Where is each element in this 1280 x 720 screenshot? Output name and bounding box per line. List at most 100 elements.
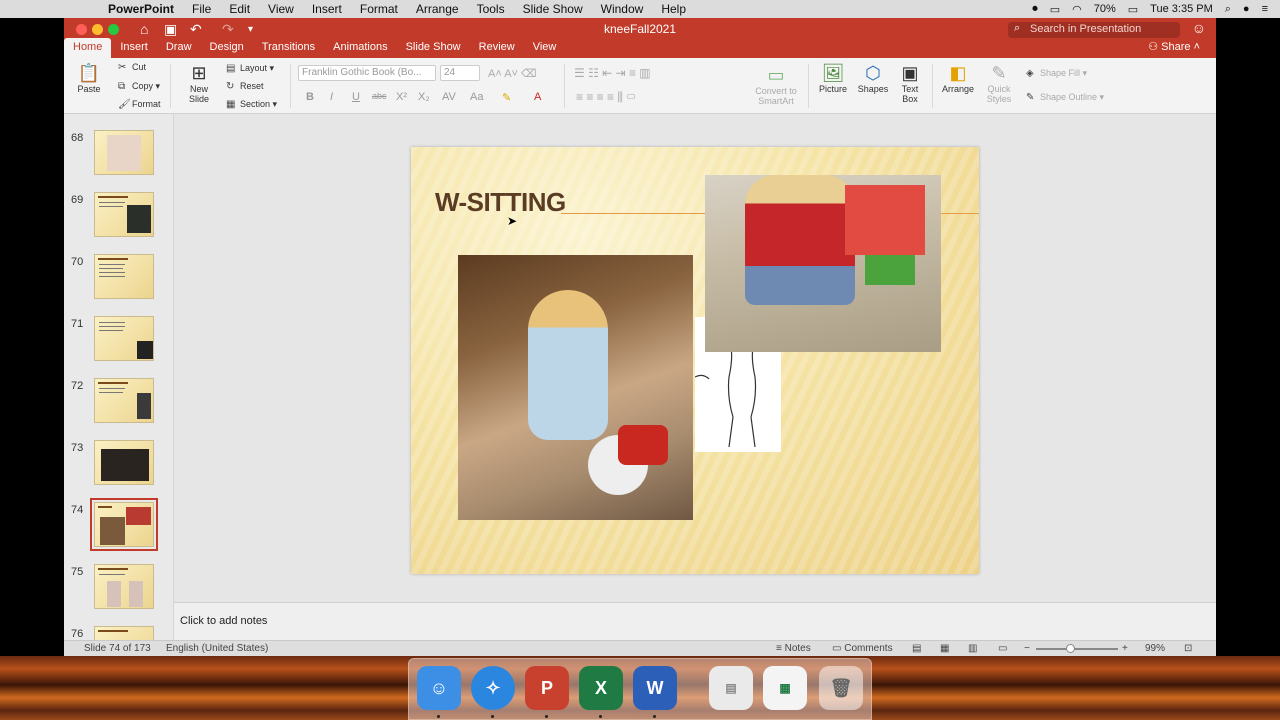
highlight-color-icon[interactable]: ✎ [502, 91, 511, 104]
normal-view-icon[interactable]: ▤ [912, 643, 921, 654]
shape-fill-button[interactable]: ◈ Shape Fill ▾ [1026, 68, 1087, 79]
excel-icon[interactable]: X [579, 666, 623, 710]
notes-toggle[interactable]: ≡ Notes [776, 643, 811, 654]
slide-canvas[interactable]: W-SITTING [411, 147, 979, 574]
bullets-icon[interactable]: ☰ ☷ ⇤ ⇥ ≡ ▥ [574, 66, 651, 80]
fit-slide-icon[interactable]: ⊡ [1184, 643, 1192, 654]
section-button[interactable]: ▦ Section ▾ [226, 99, 277, 110]
underline-button[interactable]: U [352, 91, 360, 103]
menu-insert[interactable]: Insert [312, 2, 342, 16]
menu-help[interactable]: Help [661, 2, 686, 16]
slide-thumbnail[interactable]: 69 [64, 192, 173, 254]
slide-editing-area[interactable]: W-SITTING ➤ [174, 114, 1216, 602]
menu-window[interactable]: Window [601, 2, 644, 16]
strikethrough-button[interactable]: abc [372, 91, 387, 101]
format-painter-button[interactable]: 🖌Format [118, 99, 161, 110]
font-size-field[interactable]: 24 [440, 65, 480, 81]
airplay-icon[interactable]: ▭ [1050, 3, 1060, 16]
slide-sorter-icon[interactable]: ▦ [940, 643, 949, 654]
child-playing-photo[interactable] [705, 175, 941, 352]
subscript-button[interactable]: X₂ [418, 91, 430, 103]
trash-icon[interactable]: 🗑 [819, 666, 863, 710]
zoom-slider-knob[interactable] [1065, 644, 1075, 653]
tab-design[interactable]: Design [201, 38, 253, 58]
search-input[interactable]: ⌕ Search in Presentation [1008, 22, 1180, 38]
cut-button[interactable]: ✂ Cut [118, 62, 146, 73]
safari-icon[interactable]: ✧ [471, 666, 515, 710]
slide-show-icon[interactable]: ▭ [998, 643, 1007, 654]
reset-button[interactable]: ↻ Reset [226, 81, 264, 92]
tab-home[interactable]: Home [64, 38, 112, 58]
battery-percent[interactable]: 70% [1094, 3, 1116, 15]
slide-thumbnail[interactable]: 75 [64, 564, 173, 626]
comments-toggle[interactable]: ▭ Comments [832, 643, 893, 654]
menu-file[interactable]: File [192, 2, 211, 16]
menubar-clock[interactable]: Tue 3:35 PM [1150, 3, 1213, 15]
tab-view[interactable]: View [524, 38, 566, 58]
stop-record-icon[interactable]: ⏺ [1032, 3, 1038, 16]
quick-styles-button[interactable]: ✎ Quick Styles [982, 62, 1016, 104]
copy-button[interactable]: ⧉ Copy ▾ [118, 81, 160, 92]
italic-button[interactable]: I [330, 91, 333, 103]
menu-app-name[interactable]: PowerPoint [108, 2, 174, 16]
new-slide-button[interactable]: ⊞ New Slide [182, 62, 216, 104]
notes-pane[interactable]: Click to add notes [174, 602, 1216, 640]
spotlight-icon[interactable]: ⌕ [1225, 3, 1231, 16]
siri-icon[interactable]: ● [1243, 3, 1250, 15]
slide-thumbnail-pane[interactable]: 68 69 70 71 72 73 74 75 76 [64, 114, 174, 640]
tab-transitions[interactable]: Transitions [253, 38, 324, 58]
text-box-button[interactable]: ▣ Text Box [896, 62, 924, 104]
zoom-in-button[interactable]: + [1122, 643, 1128, 654]
tab-animations[interactable]: Animations [324, 38, 396, 58]
bold-button[interactable]: B [306, 91, 314, 103]
powerpoint-icon[interactable]: P [525, 666, 569, 710]
zoom-slider[interactable] [1036, 644, 1118, 653]
tab-slide-show[interactable]: Slide Show [397, 38, 470, 58]
word-icon[interactable]: W [633, 666, 677, 710]
slide-thumbnail[interactable]: 76 [64, 626, 173, 640]
arrange-button[interactable]: ◧ Arrange [940, 62, 976, 94]
change-case-button[interactable]: Aa [470, 91, 483, 103]
reading-view-icon[interactable]: ▥ [968, 643, 977, 654]
zoom-out-button[interactable]: − [1024, 643, 1030, 654]
tab-draw[interactable]: Draw [157, 38, 201, 58]
font-color-icon[interactable]: A [534, 91, 541, 103]
zoom-level[interactable]: 99% [1145, 643, 1165, 654]
font-name-field[interactable]: Franklin Gothic Book (Bo... [298, 65, 436, 81]
align-icon[interactable]: ≡ ≡ ≡ ≡ ⫼ ▭ [576, 90, 636, 105]
child-w-sitting-photo[interactable] [458, 255, 693, 520]
convert-smartart-button[interactable]: ▭ Convert to SmartArt [752, 64, 800, 106]
menu-tools[interactable]: Tools [477, 2, 505, 16]
shape-outline-button[interactable]: ✎ Shape Outline ▾ [1026, 92, 1104, 103]
shapes-button[interactable]: ⬡ Shapes [856, 62, 890, 94]
tab-insert[interactable]: Insert [111, 38, 157, 58]
slide-title[interactable]: W-SITTING [435, 187, 566, 218]
character-spacing-button[interactable]: AV [442, 91, 456, 103]
picture-button[interactable]: 🖼 Picture [816, 62, 850, 94]
slide-thumbnail[interactable]: 68 [64, 130, 173, 192]
slide-thumbnail-selected[interactable]: 74 [64, 498, 173, 564]
control-center-icon[interactable]: ≡ [1262, 3, 1268, 15]
layout-button[interactable]: ▤ Layout ▾ [226, 63, 274, 74]
menu-view[interactable]: View [268, 2, 294, 16]
paste-button[interactable]: 📋 Paste [74, 62, 104, 94]
finder-icon[interactable]: ☺ [417, 666, 461, 710]
language-indicator[interactable]: English (United States) [166, 643, 268, 654]
tab-review[interactable]: Review [470, 38, 524, 58]
document-stack-icon[interactable]: ▤ [709, 666, 753, 710]
menu-format[interactable]: Format [360, 2, 398, 16]
wifi-icon[interactable]: ◠ [1072, 3, 1082, 16]
slide-thumbnail[interactable]: 72 [64, 378, 173, 440]
feedback-icon[interactable]: ☺ [1192, 20, 1206, 36]
superscript-button[interactable]: X² [396, 91, 407, 103]
slide-thumbnail[interactable]: 71 [64, 316, 173, 378]
slide-thumbnail[interactable]: 70 [64, 254, 173, 316]
battery-icon[interactable]: ▭ [1128, 3, 1138, 16]
menu-arrange[interactable]: Arrange [416, 2, 459, 16]
font-grow-icon[interactable]: A˄ A˅ ⌫ [488, 67, 537, 80]
menu-slide-show[interactable]: Slide Show [523, 2, 583, 16]
menu-edit[interactable]: Edit [229, 2, 250, 16]
slide-thumbnail[interactable]: 73 [64, 440, 173, 502]
share-button[interactable]: ⚇ Share ˄ [1148, 40, 1200, 53]
spreadsheet-file-icon[interactable]: ▦ [763, 666, 807, 710]
